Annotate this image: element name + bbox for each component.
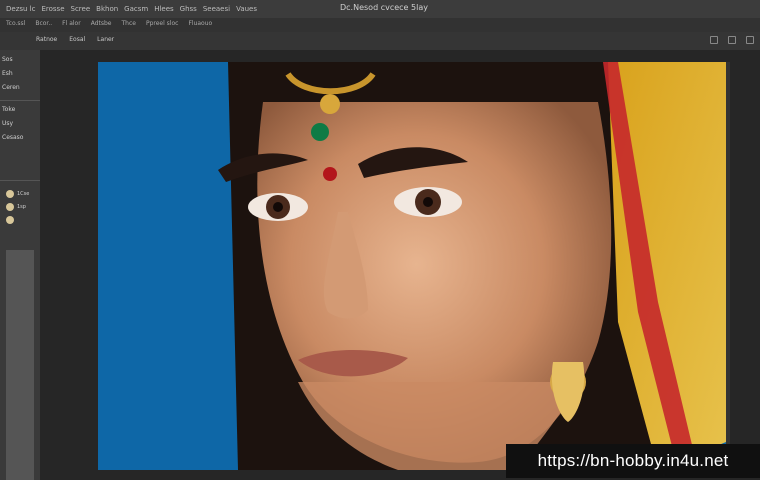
- option-flow[interactable]: Fluaouo: [188, 20, 212, 27]
- menu-item-edit[interactable]: Erosse: [41, 5, 64, 13]
- expand-icon[interactable]: [728, 36, 736, 44]
- canvas-scrollbar[interactable]: [726, 62, 730, 470]
- menu-item-image[interactable]: Scree: [71, 5, 91, 13]
- document-tab-bar: Ratnoe Eosal Laner: [0, 32, 760, 51]
- portrait-photo: [98, 62, 726, 470]
- menu-item-select[interactable]: Hlees: [154, 5, 173, 13]
- option-tool[interactable]: Tco.ssl: [6, 20, 25, 27]
- layer-thumbnail-icon: [6, 203, 14, 211]
- divider: [0, 180, 40, 181]
- panel-row[interactable]: Sos: [2, 56, 13, 66]
- panel-row[interactable]: Ceren: [2, 84, 20, 94]
- window-title: Dc.Nesod cvcece 5lay: [340, 3, 428, 12]
- grid-icon[interactable]: [710, 36, 718, 44]
- divider: [0, 100, 40, 101]
- title-bar: Dezsu lc Erosse Scree Bkhon Gacsm Hlees …: [0, 0, 760, 19]
- panel-scroll-area[interactable]: [6, 250, 34, 480]
- option-preset[interactable]: Ppreel sloc: [146, 20, 178, 27]
- tab-document[interactable]: Ratnoe: [36, 36, 57, 48]
- options-bar: Tco.ssl Bcor.. Fl alor Adtsbe Thce Ppree…: [0, 18, 760, 33]
- menu-bar: Dezsu lc Erosse Scree Bkhon Gacsm Hlees …: [6, 2, 257, 16]
- option-brush[interactable]: Bcor..: [35, 20, 52, 27]
- panel-row[interactable]: Usy: [2, 120, 13, 130]
- image-canvas[interactable]: [98, 62, 726, 470]
- close-icon[interactable]: [746, 36, 754, 44]
- layer-thumbnail-icon: [6, 216, 14, 224]
- tab-tools: [710, 36, 754, 44]
- workspace: [40, 50, 760, 480]
- left-panel: Sos Esh Ceren Toke Usy Cesaso 1Cse 1sp: [0, 50, 41, 480]
- tab-layer[interactable]: Laner: [97, 36, 114, 48]
- option-theme[interactable]: Thce: [121, 20, 135, 27]
- menu-item-file[interactable]: Dezsu lc: [6, 5, 35, 13]
- panel-row[interactable]: Esh: [2, 70, 13, 80]
- menu-item-filter[interactable]: Ghss: [180, 5, 197, 13]
- option-adjust[interactable]: Adtsbe: [91, 20, 112, 27]
- panel-row[interactable]: Cesaso: [2, 134, 23, 144]
- option-color[interactable]: Fl alor: [62, 20, 81, 27]
- menu-item-type[interactable]: Gacsm: [124, 5, 148, 13]
- tab-edit[interactable]: Eosal: [69, 36, 85, 48]
- menu-item-view[interactable]: Seeaesi: [203, 5, 230, 13]
- layer-thumbnail-icon: [6, 190, 14, 198]
- panel-row[interactable]: Toke: [2, 106, 15, 116]
- menu-item-layer[interactable]: Bkhon: [96, 5, 118, 13]
- layer-item[interactable]: 1sp: [6, 203, 26, 211]
- watermark-url: https://bn-hobby.in4u.net: [506, 444, 760, 478]
- layer-item[interactable]: 1Cse: [6, 190, 29, 198]
- menu-item-window[interactable]: Vaues: [236, 5, 257, 13]
- layer-item[interactable]: [6, 216, 17, 224]
